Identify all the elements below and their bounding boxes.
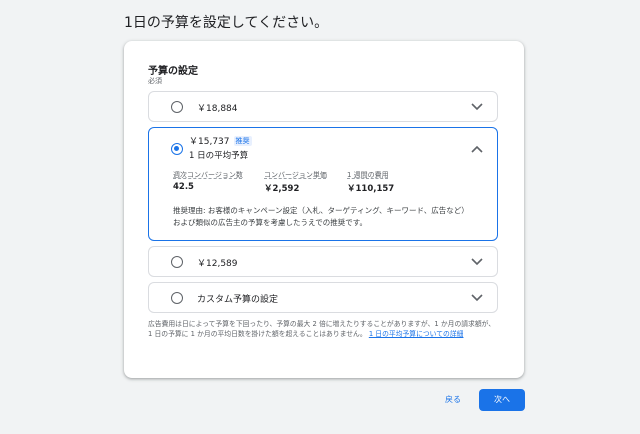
average-daily-budget-label: 1 日の平均予算 xyxy=(189,151,249,161)
recommended-badge: 推奨 xyxy=(233,136,252,146)
next-button[interactable]: 次へ xyxy=(479,389,525,411)
metric-label-weekly-cost: 1 週間の費用 xyxy=(347,171,389,179)
radio-icon[interactable] xyxy=(171,256,183,268)
chevron-down-icon[interactable] xyxy=(471,257,483,267)
average-budget-help-link[interactable]: 1 日の平均予算についての詳細 xyxy=(369,330,464,338)
budget-option-12589[interactable]: ￥12,589 xyxy=(148,246,498,277)
metric-label-weekly-conversions: 週次コンバージョン数 xyxy=(173,171,243,179)
budget-card: 予算の設定 必須 ￥18,884 ￥15,737 推奨 1 日の平均予算 週次コン… xyxy=(124,41,524,378)
billing-note: 広告費用は日によって予算を下回ったり、予算の最大 2 倍に増えたりすることがあり… xyxy=(148,319,498,339)
budget-option-15737[interactable]: ￥15,737 推奨 1 日の平均予算 週次コンバージョン数 42.5 コンバージ… xyxy=(148,127,498,241)
chevron-up-icon[interactable] xyxy=(471,144,483,154)
budget-option-label: ￥18,884 xyxy=(197,104,238,114)
metric-value-cpa: ￥2,592 xyxy=(264,184,300,194)
recommendation-reason: 推奨理由: お客様のキャンペーン設定（入札、ターゲティング、キーワード、広告など… xyxy=(173,206,469,227)
budget-option-18884[interactable]: ￥18,884 xyxy=(148,91,498,122)
budget-option-custom[interactable]: カスタム予算の設定 xyxy=(148,282,498,313)
budget-amount: ￥15,737 xyxy=(189,137,230,147)
radio-icon[interactable] xyxy=(171,143,183,155)
chevron-down-icon[interactable] xyxy=(471,293,483,303)
radio-icon[interactable] xyxy=(171,292,183,304)
metric-label-cpa: コンバージョン単価 xyxy=(264,171,327,179)
metric-value-weekly-conversions: 42.5 xyxy=(173,182,194,192)
chevron-down-icon[interactable] xyxy=(471,102,483,112)
budget-option-label: カスタム予算の設定 xyxy=(197,295,279,305)
required-label: 必須 xyxy=(148,77,162,85)
metric-value-weekly-cost: ￥110,157 xyxy=(347,184,395,194)
radio-icon[interactable] xyxy=(171,101,183,113)
section-title: 予算の設定 xyxy=(148,66,198,77)
budget-option-label: ￥15,737 推奨 xyxy=(189,134,252,147)
page-title: 1日の予算を設定してください。 xyxy=(124,15,329,31)
back-button[interactable]: 戻る xyxy=(438,390,468,410)
budget-option-label: ￥12,589 xyxy=(197,259,238,269)
